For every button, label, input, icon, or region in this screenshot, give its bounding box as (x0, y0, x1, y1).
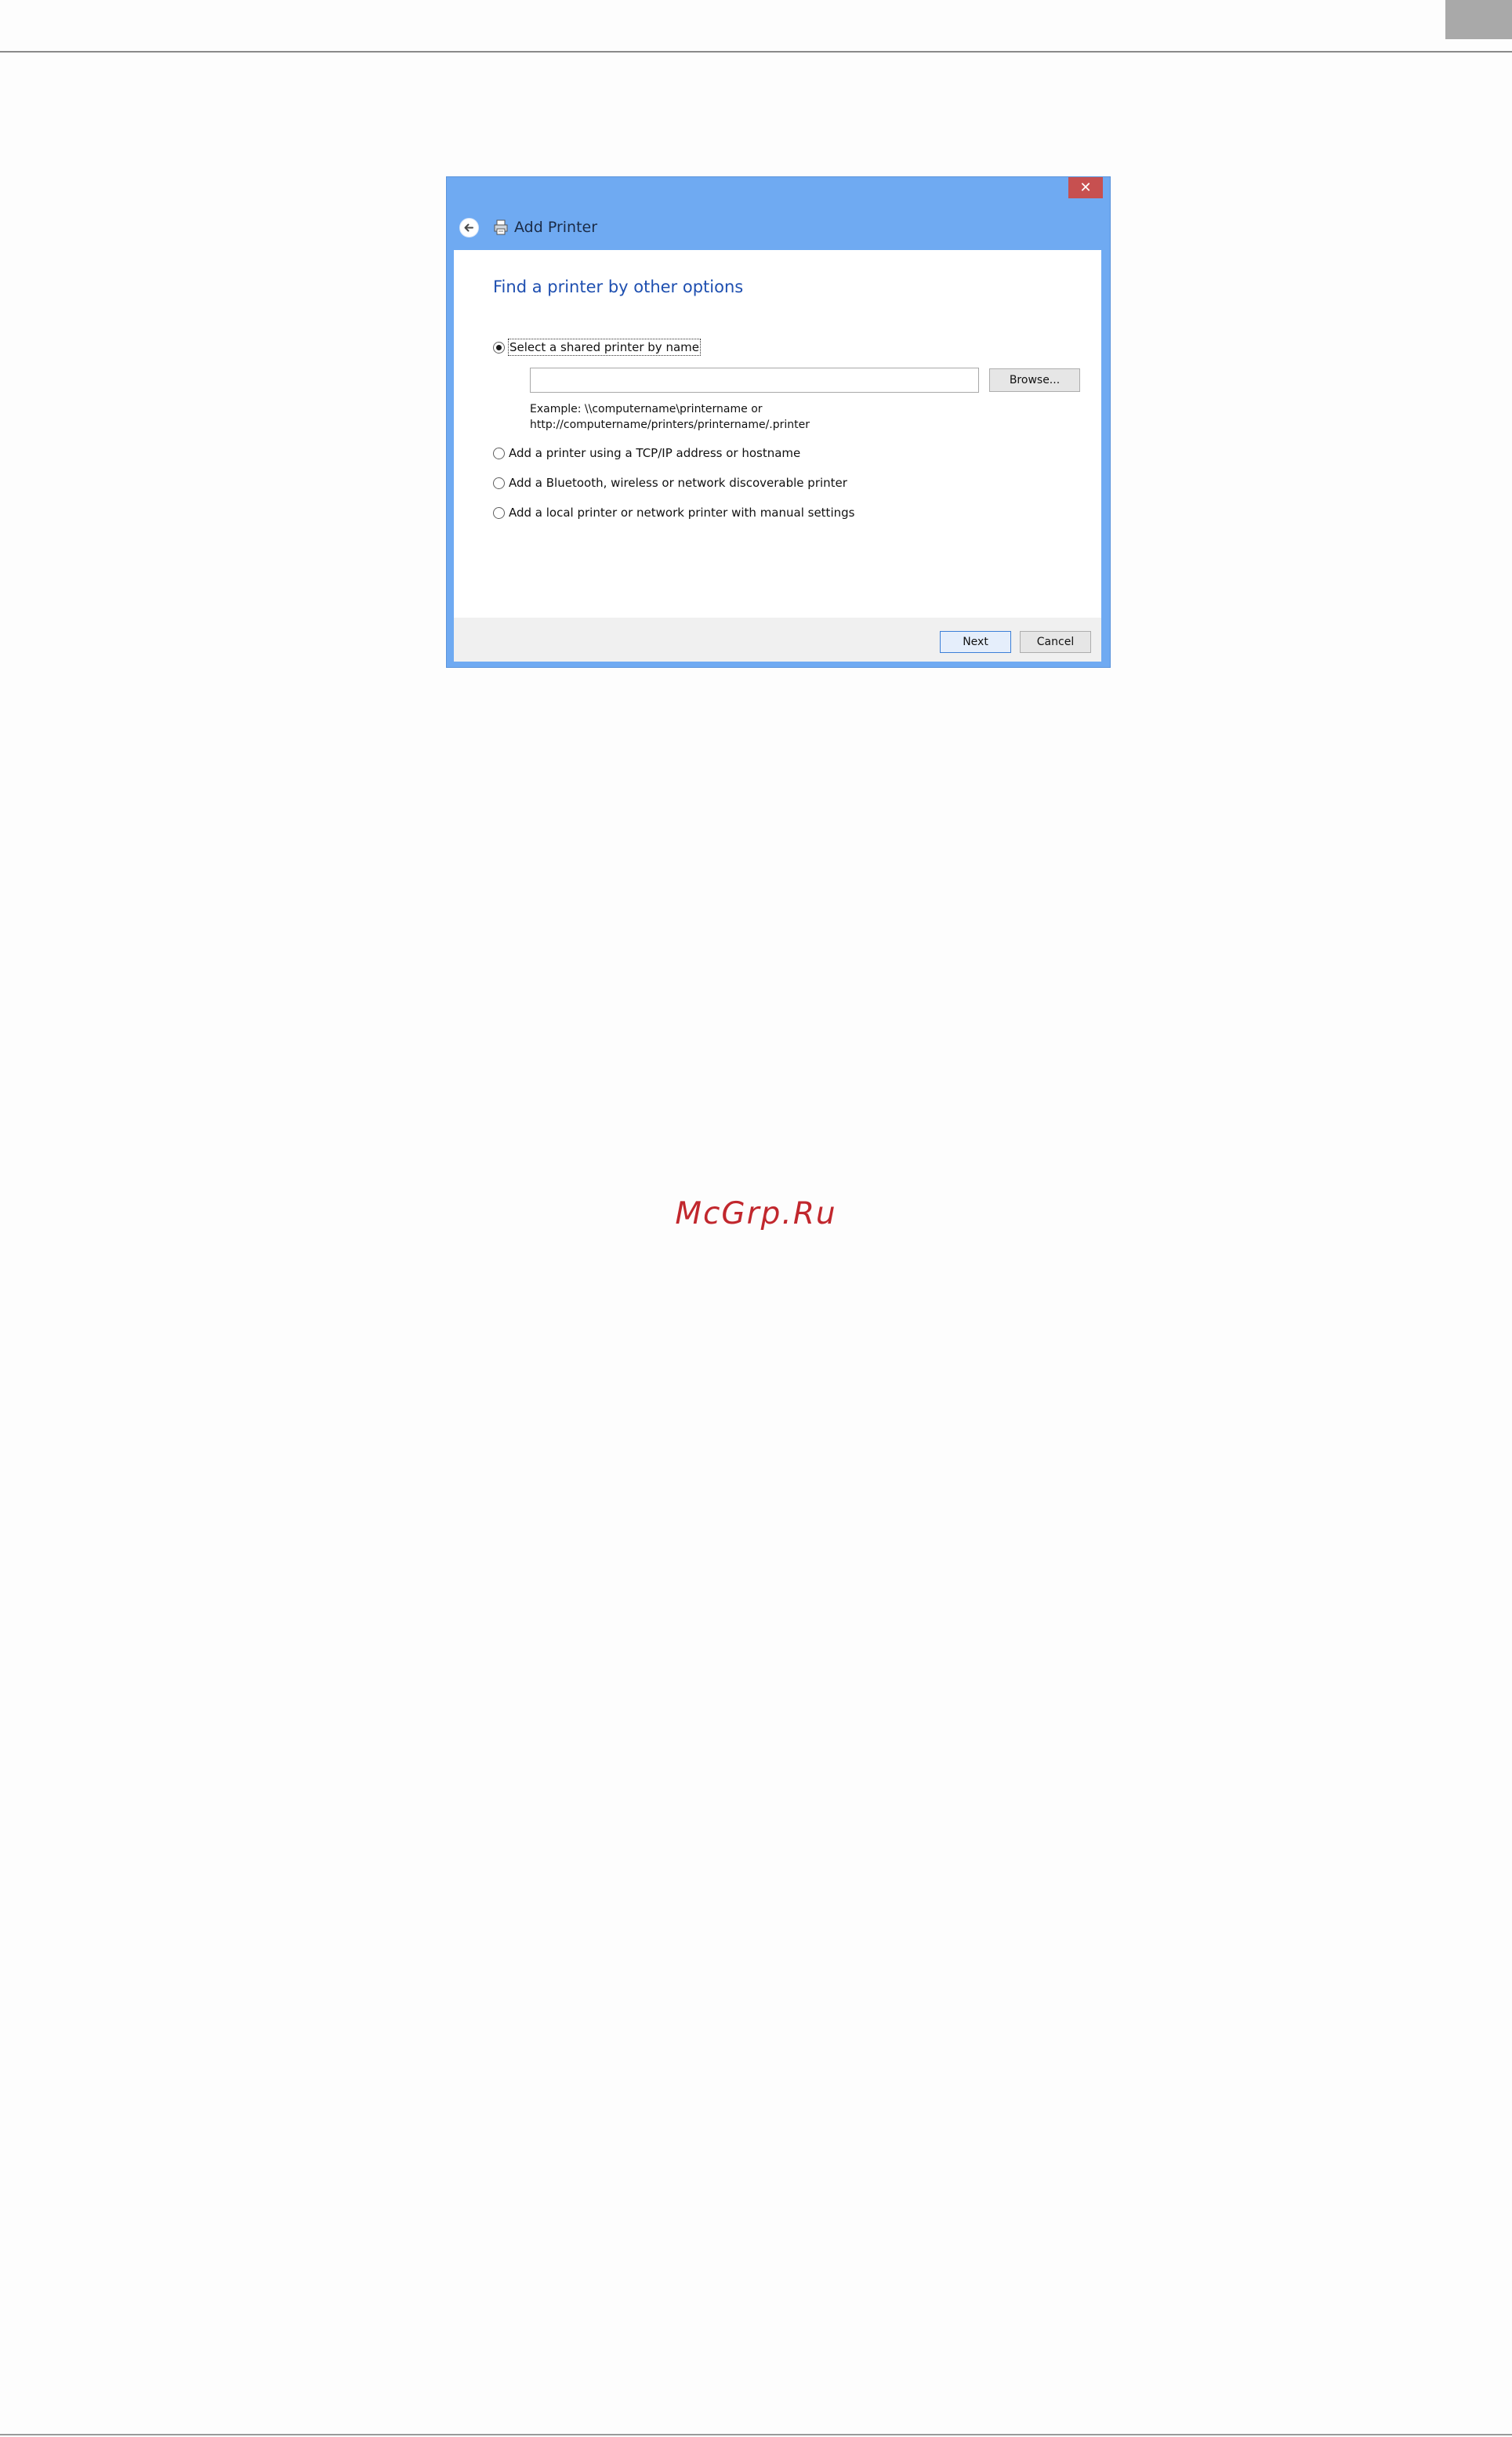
cancel-button[interactable]: Cancel (1020, 631, 1091, 653)
add-printer-dialog: ✕ Add Printer Find a printer by other op… (446, 176, 1111, 668)
back-button[interactable] (459, 218, 479, 238)
option-bluetooth-radio[interactable] (493, 477, 505, 489)
option-bluetooth-label[interactable]: Add a Bluetooth, wireless or network dis… (509, 475, 847, 491)
close-button[interactable]: ✕ (1068, 177, 1103, 198)
option-shared-printer[interactable]: Select a shared printer by name (493, 339, 701, 356)
close-icon: ✕ (1079, 180, 1092, 196)
example-text: Example: \\computername\printername or h… (530, 401, 810, 433)
example-line-1: Example: \\computername\printername or (530, 403, 763, 415)
option-tcpip[interactable]: Add a printer using a TCP/IP address or … (493, 445, 800, 461)
dialog-footer: Next Cancel (454, 618, 1101, 662)
dialog-content: Find a printer by other options Select a… (454, 250, 1101, 662)
option-shared-printer-radio[interactable] (493, 341, 505, 354)
top-rule (0, 51, 1512, 53)
dialog-title: Add Printer (514, 219, 598, 236)
browse-button[interactable]: Browse... (989, 368, 1080, 392)
watermark: McGrp.Ru (675, 1196, 837, 1231)
option-local-printer-radio[interactable] (493, 506, 505, 519)
option-local-printer[interactable]: Add a local printer or network printer w… (493, 505, 854, 520)
option-shared-printer-label[interactable]: Select a shared printer by name (508, 339, 701, 356)
option-tcpip-radio[interactable] (493, 447, 505, 459)
bottom-rule (0, 2434, 1512, 2435)
printer-name-input[interactable] (530, 368, 979, 393)
printer-icon (494, 219, 508, 235)
next-button[interactable]: Next (940, 631, 1011, 653)
option-bluetooth[interactable]: Add a Bluetooth, wireless or network dis… (493, 475, 847, 491)
back-arrow-icon (464, 223, 473, 232)
page-heading: Find a printer by other options (493, 277, 744, 296)
example-line-2: http://computername/printers/printername… (530, 419, 810, 431)
option-tcpip-label[interactable]: Add a printer using a TCP/IP address or … (509, 445, 800, 461)
option-local-printer-label[interactable]: Add a local printer or network printer w… (509, 505, 854, 520)
page-corner-tab (1445, 0, 1512, 39)
